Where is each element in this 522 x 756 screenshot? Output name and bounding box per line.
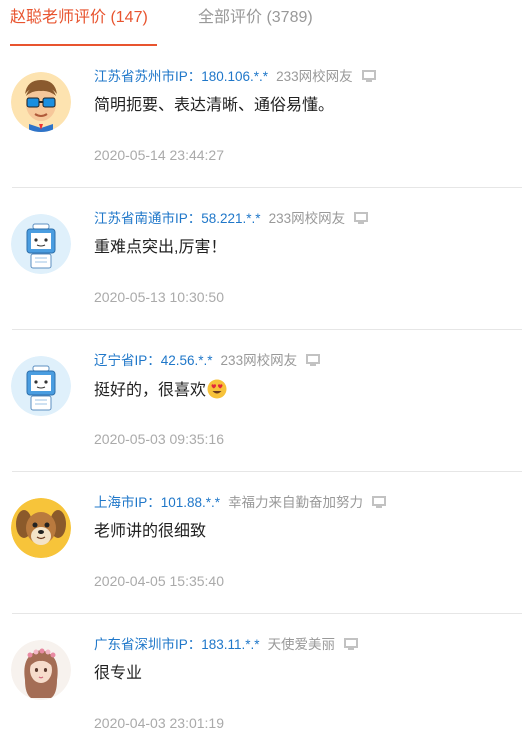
review-content: 很专业 <box>94 665 143 682</box>
review-meta: 上海市IP：101.88.*.* 幸福力来自勤奋加努力 <box>94 494 387 512</box>
pc-icon <box>353 211 369 225</box>
review-location: 江苏省南通市IP：58.221.*.* <box>94 211 261 226</box>
review-meta: 江苏省苏州市IP：180.106.*.* 233网校网友 <box>94 68 377 86</box>
review-nickname: 233网校网友 <box>220 353 298 368</box>
review-tabs: 赵聪老师评价 (147) 全部评价 (3789) <box>0 0 522 46</box>
review-meta: 江苏省南通市IP：58.221.*.* 233网校网友 <box>94 210 369 228</box>
review-meta: 辽宁省IP：42.56.*.* 233网校网友 <box>94 352 321 370</box>
review-time: 2020-04-03 23:01:19 <box>94 715 224 731</box>
review-item: 江苏省南通市IP：58.221.*.* 233网校网友 重难点突出,厉害！ 202… <box>0 188 522 330</box>
review-location: 广东省深圳市IP：183.11.*.* <box>94 637 260 652</box>
review-location: 江苏省苏州市IP：180.106.*.* <box>94 69 269 84</box>
review-time: 2020-05-03 09:35:16 <box>94 431 224 447</box>
cartoon-man-avatar <box>11 72 71 132</box>
robot-mascot-avatar <box>11 356 71 416</box>
pc-icon <box>361 69 377 83</box>
tab-teacher-reviews[interactable]: 赵聪老师评价 (147) <box>10 0 148 46</box>
heart-eyes-emoji-icon <box>207 379 227 399</box>
review-item: 上海市IP：101.88.*.* 幸福力来自勤奋加努力 老师讲的很细致 2020-… <box>0 472 522 614</box>
review-time: 2020-04-05 15:35:40 <box>94 573 224 589</box>
review-item: 广东省深圳市IP：183.11.*.* 天使爱美丽 很专业 2020-04-03 … <box>0 614 522 756</box>
review-item: 辽宁省IP：42.56.*.* 233网校网友 挺好的，很喜欢 2020-05-0… <box>0 330 522 472</box>
pc-icon <box>343 637 359 651</box>
review-nickname: 天使爱美丽 <box>267 637 336 652</box>
review-content: 老师讲的很细致 <box>94 523 207 540</box>
tab-all-reviews[interactable]: 全部评价 (3789) <box>198 0 313 46</box>
review-nickname: 233网校网友 <box>276 69 353 84</box>
review-time: 2020-05-14 23:44:27 <box>94 147 224 163</box>
review-nickname: 233网校网友 <box>268 211 346 226</box>
review-location: 辽宁省IP：42.56.*.* <box>94 353 213 368</box>
dog-avatar <box>11 498 71 558</box>
pc-icon <box>305 353 321 367</box>
girl-avatar <box>11 640 71 700</box>
review-nickname: 幸福力来自勤奋加努力 <box>228 495 364 510</box>
review-item: 江苏省苏州市IP：180.106.*.* 233网校网友 简明扼要、表达清晰、通俗… <box>0 46 522 188</box>
review-content-text: 挺好的，很喜欢 <box>94 382 207 399</box>
review-list: 江苏省苏州市IP：180.106.*.* 233网校网友 简明扼要、表达清晰、通俗… <box>0 46 522 756</box>
review-content: 简明扼要、表达清晰、通俗易懂。 <box>94 97 335 114</box>
pc-icon <box>371 495 387 509</box>
review-location: 上海市IP：101.88.*.* <box>94 495 221 510</box>
review-content: 挺好的，很喜欢 <box>94 379 227 402</box>
robot-mascot-avatar <box>11 214 71 274</box>
review-time: 2020-05-13 10:30:50 <box>94 289 224 305</box>
review-meta: 广东省深圳市IP：183.11.*.* 天使爱美丽 <box>94 636 359 654</box>
review-content: 重难点突出,厉害！ <box>94 239 227 256</box>
